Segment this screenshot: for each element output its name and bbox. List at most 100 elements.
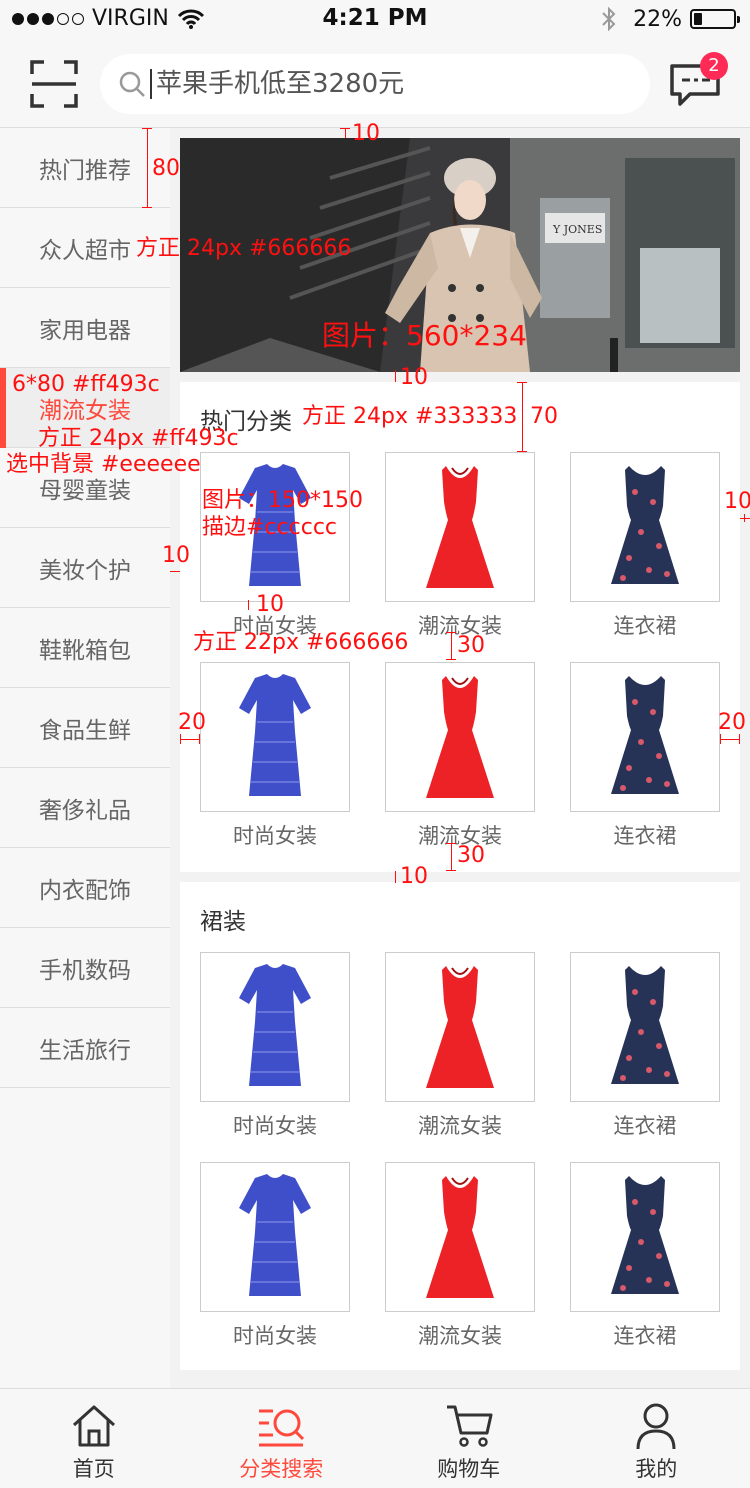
sidebar-item-food[interactable]: 食品生鲜: [0, 688, 170, 768]
spec-side-padding-left: 20: [178, 710, 206, 735]
scan-icon[interactable]: [30, 60, 78, 108]
header: 2: [0, 40, 750, 128]
product-card[interactable]: 时尚女装: [200, 1162, 350, 1348]
floral-dress-icon: [611, 466, 679, 584]
product-image: [570, 452, 720, 602]
home-icon: [72, 1405, 115, 1447]
spec-label-font: 方正 22px #666666: [193, 630, 409, 655]
spec-sidebar-height: 80: [152, 156, 180, 181]
spec-row-gap-2: 30: [457, 843, 485, 868]
spec-left-gap: 10: [162, 543, 190, 568]
spec-line: [451, 632, 452, 660]
product-image: [385, 1162, 535, 1312]
product-card[interactable]: 时尚女装: [200, 662, 350, 848]
product-card[interactable]: 潮流女装: [385, 452, 535, 638]
spec-section-gap: 10: [400, 864, 428, 889]
sidebar-item-appliances[interactable]: 家用电器: [0, 288, 170, 368]
spec-active-bar: 6*80 #ff493c: [12, 372, 160, 397]
product-image: [200, 1162, 350, 1312]
spec-banner-bottom-gap: 10: [400, 365, 428, 390]
product-card[interactable]: 连衣裙: [570, 452, 720, 638]
product-card[interactable]: 潮流女装: [385, 662, 535, 848]
product-card[interactable]: 时尚女装: [200, 952, 350, 1138]
floral-dress-icon: [611, 1176, 679, 1294]
blue-dress-icon: [239, 964, 311, 1086]
sidebar-item-label: 美妆个护: [39, 557, 131, 584]
sidebar-item-travel[interactable]: 生活旅行: [0, 1008, 170, 1088]
sidebar-item-label: 众人超市: [39, 237, 131, 264]
user-icon: [636, 1403, 676, 1449]
product-label: 连衣裙: [613, 1114, 677, 1138]
search-icon: [119, 71, 145, 97]
spec-thumb-border: 描边#cccccc: [202, 515, 338, 540]
tab-cart[interactable]: 购物车: [375, 1389, 563, 1488]
product-image: [570, 662, 720, 812]
product-label: 连衣裙: [613, 1324, 677, 1348]
cart-icon: [446, 1405, 493, 1447]
spec-tick: [446, 659, 456, 660]
section-title: 裙装: [200, 909, 246, 935]
search-input[interactable]: [156, 69, 616, 99]
spec-section-header-height: 70: [530, 404, 558, 429]
spec-tick: [739, 734, 740, 744]
search-bar[interactable]: [100, 54, 650, 114]
spec-tick: [142, 207, 152, 208]
status-right: 22%: [601, 6, 740, 32]
product-label: 连衣裙: [613, 824, 677, 848]
status-bar: VIRGIN 4:21 PM 22%: [0, 0, 750, 40]
spec-sidebar-font: 方正 24px #666666: [136, 236, 352, 261]
spec-tick: [180, 734, 181, 744]
spec-tick: [446, 870, 456, 871]
spec-tick: [517, 451, 527, 452]
tab-profile[interactable]: 我的: [563, 1389, 750, 1488]
sidebar-item-underwear[interactable]: 内衣配饰: [0, 848, 170, 928]
product-image: [200, 662, 350, 812]
product-image: [385, 452, 535, 602]
spec-tick: [170, 571, 180, 572]
product-card[interactable]: 连衣裙: [570, 662, 720, 848]
sidebar-item-shoes-bags[interactable]: 鞋靴箱包: [0, 608, 170, 688]
category-sidebar: 热门推荐 众人超市 家用电器 潮流女装 母婴童装 美妆个护 鞋靴箱包 食品生鲜 …: [0, 128, 170, 1388]
spec-line: [720, 739, 740, 740]
spec-tick: [517, 382, 527, 383]
spec-tick: [345, 128, 346, 138]
spec-banner-top-gap: 10: [352, 121, 380, 146]
product-card[interactable]: 连衣裙: [570, 952, 720, 1138]
spec-active-font: 方正 24px #ff493c: [38, 426, 239, 451]
spec-label-gap: 10: [256, 592, 284, 617]
spec-tick: [248, 600, 249, 610]
tab-label: 首页: [72, 1457, 115, 1481]
floral-dress-icon: [611, 966, 679, 1084]
sidebar-item-label: 手机数码: [39, 957, 131, 984]
red-dress-icon: [426, 966, 494, 1088]
product-card[interactable]: 潮流女装: [385, 952, 535, 1138]
spec-section-title-font: 方正 24px #333333: [302, 404, 518, 429]
sidebar-item-digital[interactable]: 手机数码: [0, 928, 170, 1008]
product-card[interactable]: 潮流女装: [385, 1162, 535, 1348]
spec-tick: [395, 370, 396, 382]
bottom-tab-bar: 首页 分类搜索 购物车 我的: [0, 1388, 750, 1488]
spec-tick: [199, 734, 200, 744]
sidebar-item-label: 热门推荐: [39, 157, 131, 184]
product-card[interactable]: 连衣裙: [570, 1162, 720, 1348]
tab-category-search[interactable]: 分类搜索: [188, 1389, 376, 1488]
message-badge: 2: [700, 52, 728, 80]
product-label: 时尚女装: [233, 1114, 317, 1138]
category-search-icon: [259, 1409, 305, 1447]
sidebar-item-beauty[interactable]: 美妆个护: [0, 528, 170, 608]
bluetooth-icon: [602, 6, 616, 32]
sidebar-item-label: 内衣配饰: [39, 877, 131, 904]
battery-percent: 22%: [633, 6, 682, 32]
spec-thumb-size: 图片：150*150: [202, 488, 363, 513]
spec-tick: [395, 871, 396, 883]
section-hot-categories: 热门分类 时尚女装 潮流女装 连衣裙 时尚女装 潮流女装 连衣裙: [180, 382, 740, 872]
sidebar-item-luxury[interactable]: 奢侈礼品: [0, 768, 170, 848]
product-label: 连衣裙: [613, 614, 677, 638]
product-label: 潮流女装: [418, 1324, 502, 1348]
sidebar-item-hot[interactable]: 热门推荐: [0, 128, 170, 208]
spec-line: [522, 382, 523, 452]
product-image: [570, 952, 720, 1102]
tab-label: 我的: [635, 1457, 678, 1481]
tab-home[interactable]: 首页: [0, 1389, 188, 1488]
spec-line: [451, 843, 452, 871]
